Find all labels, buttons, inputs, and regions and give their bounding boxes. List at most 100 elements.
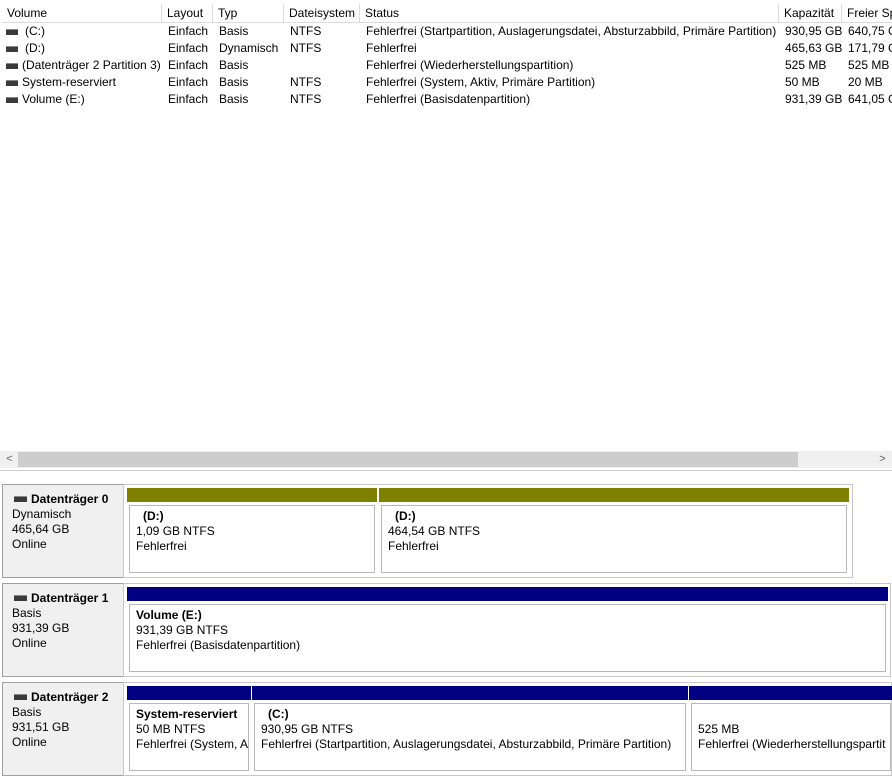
partition-area: System-reserviert 50 MB NTFS Fehlerfrei … [123, 682, 892, 776]
partition-size: 930,95 GB NTFS [261, 722, 354, 736]
volume-list[interactable]: Volume Layout Typ Dateisystem Status Kap… [0, 0, 892, 471]
partition-name: (C:) [268, 707, 289, 721]
column-header-freier-speicher[interactable]: Freier Sp [842, 4, 892, 23]
disk-size: 465,64 GB [12, 522, 70, 536]
cell-status: Fehlerfrei (Startpartition, Auslagerungs… [366, 24, 777, 38]
cell-kapazitaet: 525 MB [785, 58, 827, 72]
disk-name: Datenträger 1 [31, 591, 109, 605]
disk-type: Basis [12, 705, 42, 719]
disk-size: 931,51 GB [12, 720, 70, 734]
disk-name: Datenträger 0 [31, 492, 109, 506]
volume-icon [6, 63, 18, 69]
partition-status: Fehlerfrei [388, 539, 439, 553]
partition-size: 1,09 GB NTFS [136, 524, 215, 538]
disk-state: Online [12, 636, 47, 650]
partition-name: (D:) [395, 509, 416, 523]
disk-info[interactable]: Datenträger 1 Basis 931,39 GB Online [2, 583, 123, 677]
partition-color-bar [252, 686, 688, 700]
disk-state: Online [12, 735, 47, 749]
partition-size: 931,39 GB NTFS [136, 623, 229, 637]
cell-layout: Einfach [168, 58, 209, 72]
partition-status: Fehlerfrei (Wiederherstellungspartit [698, 737, 886, 751]
disk-row-0: Datenträger 0 Dynamisch 465,64 GB Online… [0, 484, 892, 579]
volume-icon [6, 29, 18, 35]
column-header-layout[interactable]: Layout [162, 4, 213, 23]
disk-info[interactable]: Datenträger 2 Basis 931,51 GB Online [2, 682, 123, 776]
partition-color-bar [379, 488, 849, 502]
cell-status: Fehlerfrei (System, Aktiv, Primäre Parti… [366, 75, 596, 89]
partition-area: Volume (E:) 931,39 GB NTFS Fehlerfrei (B… [123, 583, 891, 677]
partition-status: Fehlerfrei (Startpartition, Auslagerungs… [261, 737, 672, 751]
cell-status: Fehlerfrei (Wiederherstellungspartition) [366, 58, 574, 72]
cell-freier-speicher: 525 MB [848, 58, 890, 72]
cell-dateisystem: NTFS [290, 75, 322, 89]
column-header-dateisystem[interactable]: Dateisystem [284, 4, 360, 23]
partition-status: Fehlerfrei [136, 539, 187, 553]
disk-row-2: Datenträger 2 Basis 931,51 GB Online Sys… [0, 682, 892, 776]
partition-color-bar [127, 587, 888, 601]
cell-volume: System-reserviert [22, 75, 117, 89]
cell-volume: Volume (E:) [22, 92, 85, 106]
disk-icon [14, 496, 27, 502]
partition-color-bar [127, 686, 251, 700]
cell-layout: Einfach [168, 41, 209, 55]
volume-icon [6, 46, 18, 52]
cell-status: Fehlerfrei [366, 41, 417, 55]
disk-type: Basis [12, 606, 42, 620]
cell-typ: Basis [219, 58, 249, 72]
partition-color-bar [689, 686, 892, 700]
partition-size: 464,54 GB NTFS [388, 524, 481, 538]
cell-typ: Basis [219, 75, 249, 89]
scroll-right-icon[interactable]: > [874, 451, 891, 468]
partition[interactable]: (D:) 1,09 GB NTFS Fehlerfrei [127, 488, 377, 575]
disk-row-1: Datenträger 1 Basis 931,39 GB Online Vol… [0, 583, 892, 678]
table-row[interactable]: (C:) Einfach Basis NTFS Fehlerfrei (Star… [0, 23, 892, 40]
scrollbar-thumb[interactable] [18, 452, 798, 467]
disk-icon [14, 694, 27, 700]
partition[interactable]: (C:) 930,95 GB NTFS Fehlerfrei (Startpar… [252, 686, 688, 773]
disk-graphical-view[interactable]: Datenträger 0 Dynamisch 465,64 GB Online… [0, 472, 892, 776]
cell-layout: Einfach [168, 75, 209, 89]
partition-area: (D:) 1,09 GB NTFS Fehlerfrei (D:) 464,54… [123, 484, 853, 578]
column-header-volume[interactable]: Volume [2, 4, 162, 23]
table-row[interactable]: (D:) Einfach Dynamisch NTFS Fehlerfrei 4… [0, 40, 892, 57]
cell-freier-speicher: 20 MB [848, 75, 883, 89]
volume-icon [6, 80, 18, 86]
disk-name: Datenträger 2 [31, 690, 109, 704]
disk-icon [14, 595, 27, 601]
disk-type: Dynamisch [12, 507, 72, 521]
disk-state: Online [12, 537, 47, 551]
partition-size: 525 MB [698, 722, 740, 736]
horizontal-scrollbar[interactable]: < > [0, 451, 892, 468]
cell-dateisystem: NTFS [290, 41, 322, 55]
partition-status: Fehlerfrei (System, A [136, 737, 249, 751]
partition[interactable]: 525 MB Fehlerfrei (Wiederherstellungspar… [689, 686, 892, 773]
cell-typ: Basis [219, 24, 249, 38]
cell-volume: (Datenträger 2 Partition 3) [22, 58, 161, 72]
cell-freier-speicher: 640,75 G [848, 24, 892, 38]
cell-status: Fehlerfrei (Basisdatenpartition) [366, 92, 531, 106]
partition-name: (D:) [143, 509, 164, 523]
disk-info[interactable]: Datenträger 0 Dynamisch 465,64 GB Online [2, 484, 123, 578]
column-header-status[interactable]: Status [360, 4, 779, 23]
partition-color-bar [127, 488, 377, 502]
cell-typ: Dynamisch [219, 41, 279, 55]
partition-name: System-reserviert [136, 707, 238, 721]
volume-icon [6, 97, 18, 103]
cell-kapazitaet: 465,63 GB [785, 41, 843, 55]
partition-size: 50 MB NTFS [136, 722, 206, 736]
column-header-typ[interactable]: Typ [213, 4, 284, 23]
table-row[interactable]: System-reserviert Einfach Basis NTFS Feh… [0, 74, 892, 91]
column-header-kapazitaet[interactable]: Kapazität [779, 4, 842, 23]
table-row[interactable]: Volume (E:) Einfach Basis NTFS Fehlerfre… [0, 91, 892, 108]
scroll-left-icon[interactable]: < [1, 451, 18, 468]
partition[interactable]: (D:) 464,54 GB NTFS Fehlerfrei [379, 488, 849, 575]
table-row[interactable]: (Datenträger 2 Partition 3) Einfach Basi… [0, 57, 892, 74]
cell-freier-speicher: 171,79 G [848, 41, 892, 55]
cell-dateisystem: NTFS [290, 92, 322, 106]
cell-dateisystem: NTFS [290, 24, 322, 38]
partition[interactable]: System-reserviert 50 MB NTFS Fehlerfrei … [127, 686, 251, 773]
cell-volume: (C:) [25, 24, 45, 38]
partition[interactable]: Volume (E:) 931,39 GB NTFS Fehlerfrei (B… [127, 587, 888, 674]
partition-name: Volume (E:) [136, 608, 202, 622]
